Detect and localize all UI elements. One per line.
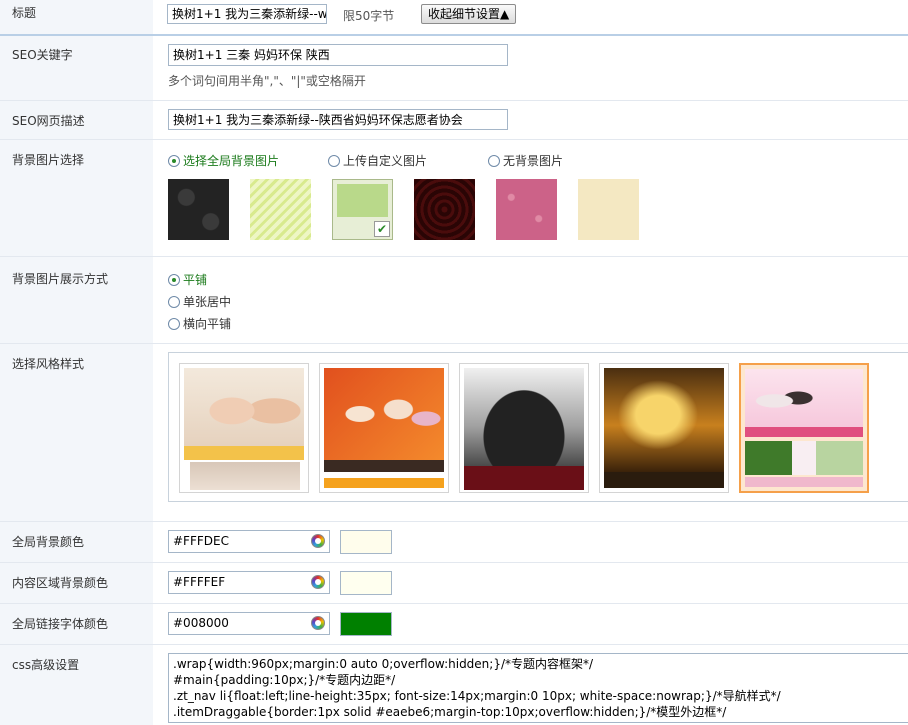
radio-icon[interactable] [328, 155, 340, 167]
global-bg-color-input[interactable]: #FFFDEC [168, 530, 330, 553]
css-line: .wrap{width:960px;margin:0 auto 0;overfl… [173, 657, 594, 671]
css-advanced-row: css高级设置 .wrap{width:960px;margin:0 auto … [0, 645, 908, 725]
css-advanced-textarea[interactable]: .wrap{width:960px;margin:0 auto 0;overfl… [168, 653, 908, 723]
fashion-nav [324, 460, 444, 472]
link-color-content: #008000 [153, 604, 908, 644]
bg-swatch-pink-dots[interactable] [496, 179, 557, 240]
title-label: 标题 [0, 0, 153, 34]
bg-display-mode-label: 背景图片展示方式 [0, 257, 153, 343]
mother-baby-photo [184, 368, 304, 446]
link-color-input[interactable]: #008000 [168, 612, 330, 635]
wedding-footer [745, 477, 863, 487]
bg-swatch-cream[interactable] [578, 179, 639, 240]
content-bg-color-label: 内容区域背景颜色 [0, 563, 153, 603]
display-option-tile-label: 平铺 [183, 273, 208, 287]
style-thumb-car[interactable] [459, 363, 589, 493]
gold-building-nav [604, 472, 724, 488]
display-option-center-label: 单张居中 [183, 295, 232, 309]
css-line: .zt_nav li{float:left;line-height:35px; … [173, 689, 781, 703]
style-select-content [153, 344, 908, 521]
seo-keywords-input[interactable]: 换树1+1 三秦 妈妈环保 陕西 [168, 44, 508, 66]
title-input[interactable]: 换树1+1 我为三秦添新绿--ww [167, 4, 327, 24]
seo-description-label: SEO网页描述 [0, 101, 153, 139]
collapse-details-button[interactable]: 收起细节设置▲ [421, 4, 517, 24]
car-nav [464, 466, 584, 490]
color-picker-icon[interactable] [311, 575, 325, 589]
radio-icon[interactable] [168, 318, 180, 330]
wedding-nav [745, 427, 863, 437]
bg-option-none[interactable]: 无背景图片 [488, 152, 563, 169]
gold-building-photo [604, 368, 724, 472]
style-thumbnail-box [168, 352, 908, 502]
seo-keywords-label: SEO关键字 [0, 36, 153, 100]
title-row: 标题 换树1+1 我为三秦添新绿--ww 限50字节 收起细节设置▲ [0, 0, 908, 36]
bg-option-global[interactable]: 选择全局背景图片 [168, 152, 279, 169]
bg-swatch-dark-red-pattern[interactable] [414, 179, 475, 240]
mother-baby-photo2 [190, 462, 300, 490]
bg-swatch-light-green-stripe[interactable] [250, 179, 311, 240]
fashion-bar [324, 478, 444, 488]
css-line: .itemDraggable{border:1px solid #eaebe6;… [173, 705, 727, 719]
style-thumb-fashion[interactable] [319, 363, 449, 493]
bg-display-mode-content: 平铺 单张居中 横向平铺 [153, 257, 908, 343]
display-option-tile[interactable]: 平铺 [168, 271, 207, 288]
content-bg-color-row: 内容区域背景颜色 #FFFFEF [0, 563, 908, 604]
bg-option-none-label: 无背景图片 [503, 154, 564, 168]
link-color-row: 全局链接字体颜色 #008000 [0, 604, 908, 645]
seo-description-input[interactable]: 换树1+1 我为三秦添新绿--陕西省妈妈环保志愿者协会 [168, 109, 508, 130]
bg-option-upload-label: 上传自定义图片 [343, 154, 428, 168]
bg-image-select-label: 背景图片选择 [0, 140, 153, 256]
heart-pattern [337, 184, 388, 217]
style-select-label: 选择风格样式 [0, 344, 153, 521]
bg-swatch-list: ✔ [168, 179, 648, 241]
bg-swatch-green-heart[interactable]: ✔ [332, 179, 393, 240]
seo-keywords-content: 换树1+1 三秦 妈妈环保 陕西 多个词句间用半角","、"|"或空格隔开 [153, 36, 908, 100]
content-bg-color-input[interactable]: #FFFFEF [168, 571, 330, 594]
global-bg-color-label: 全局背景颜色 [0, 522, 153, 562]
bg-image-select-content: 选择全局背景图片 上传自定义图片 无背景图片 ✔ [153, 140, 908, 256]
radio-icon[interactable] [488, 155, 500, 167]
style-thumb-mother-baby[interactable] [179, 363, 309, 493]
bg-option-global-label: 选择全局背景图片 [183, 154, 280, 168]
seo-description-row: SEO网页描述 换树1+1 我为三秦添新绿--陕西省妈妈环保志愿者协会 [0, 101, 908, 140]
display-option-horizontal-label: 横向平铺 [183, 317, 232, 331]
bg-swatch-dark-swirl[interactable] [168, 179, 229, 240]
content-bg-color-content: #FFFFEF [153, 563, 908, 603]
link-color-label: 全局链接字体颜色 [0, 604, 153, 644]
bg-display-mode-row: 背景图片展示方式 平铺 单张居中 横向平铺 [0, 257, 908, 344]
car-photo [464, 368, 584, 466]
radio-icon[interactable] [168, 296, 180, 308]
title-content: 换树1+1 我为三秦添新绿--ww 限50字节 收起细节设置▲ [153, 0, 908, 34]
style-select-row: 选择风格样式 [0, 344, 908, 522]
content-bg-color-preview [340, 571, 392, 595]
display-option-center[interactable]: 单张居中 [168, 293, 231, 310]
global-bg-color-content: #FFFDEC [153, 522, 908, 562]
mother-baby-nav [184, 446, 304, 460]
title-limit-hint: 限50字节 [343, 9, 395, 23]
display-option-horizontal[interactable]: 横向平铺 [168, 315, 231, 332]
wedding-content [745, 441, 863, 475]
css-advanced-label: css高级设置 [0, 645, 153, 725]
css-line: #main{padding:10px;}/*专题内边距*/ [173, 673, 396, 687]
wedding-photo [745, 369, 863, 427]
global-bg-color-row: 全局背景颜色 #FFFDEC [0, 522, 908, 563]
global-bg-color-preview [340, 530, 392, 554]
seo-keywords-row: SEO关键字 换树1+1 三秦 妈妈环保 陕西 多个词句间用半角","、"|"或… [0, 36, 908, 101]
radio-icon[interactable] [168, 274, 180, 286]
style-thumb-wedding[interactable] [739, 363, 869, 493]
fashion-photo [324, 368, 444, 460]
radio-icon[interactable] [168, 155, 180, 167]
style-thumb-gold-building[interactable] [599, 363, 729, 493]
checkmark-icon: ✔ [374, 221, 390, 237]
bg-option-upload[interactable]: 上传自定义图片 [328, 152, 427, 169]
color-picker-icon[interactable] [311, 534, 325, 548]
link-color-preview [340, 612, 392, 636]
seo-keywords-hint: 多个词句间用半角","、"|"或空格隔开 [168, 74, 366, 88]
color-picker-icon[interactable] [311, 616, 325, 630]
bg-image-select-row: 背景图片选择 选择全局背景图片 上传自定义图片 无背景图片 ✔ [0, 140, 908, 257]
seo-description-content: 换树1+1 我为三秦添新绿--陕西省妈妈环保志愿者协会 [153, 101, 908, 139]
css-advanced-content: .wrap{width:960px;margin:0 auto 0;overfl… [153, 645, 908, 725]
